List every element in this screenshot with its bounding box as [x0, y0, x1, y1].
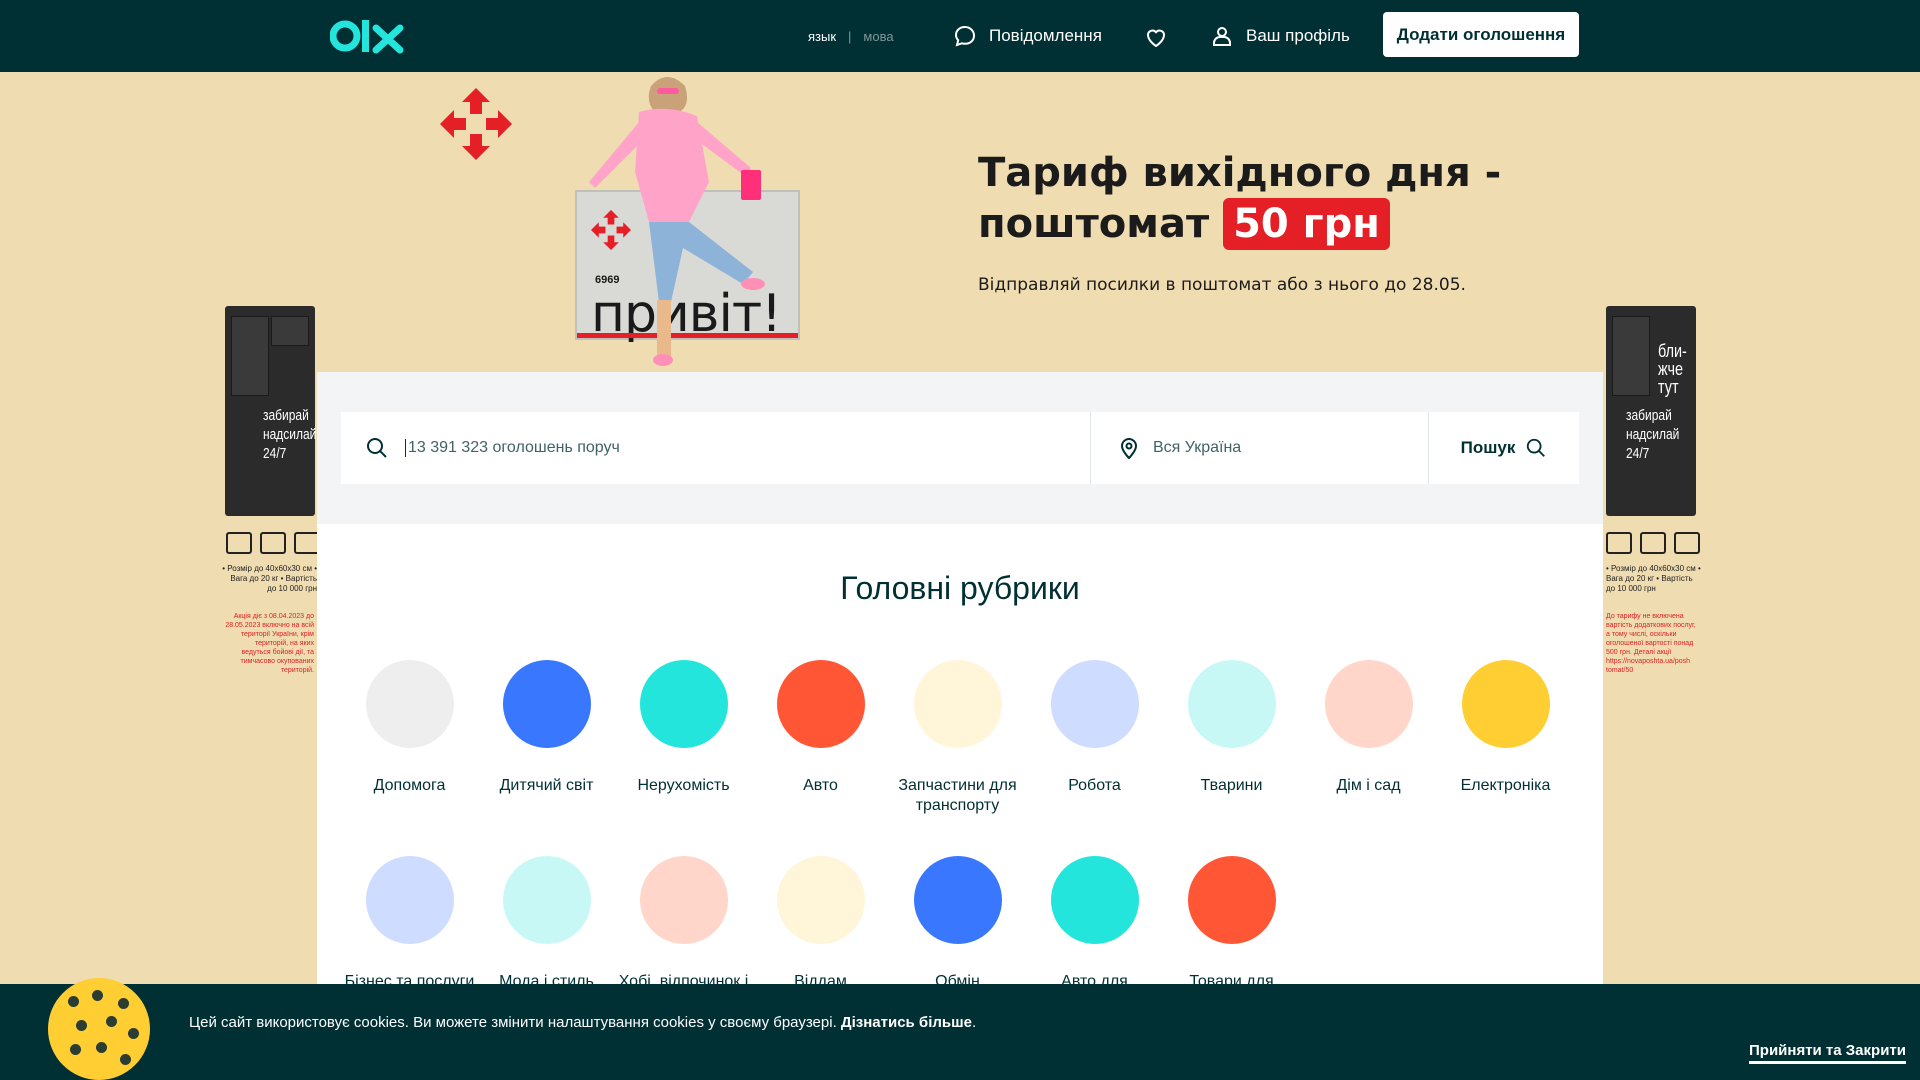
tower-cell: [231, 316, 269, 396]
category-icon: [1461, 660, 1550, 748]
promo-subtitle: Відправляй посилки в поштомат або з ньог…: [978, 275, 1466, 295]
category-label: Авто: [803, 777, 838, 794]
category-icon: [913, 856, 1002, 944]
category-icon: [1050, 856, 1139, 944]
nova-poshta-logo: [440, 88, 512, 160]
category-icon: [913, 660, 1002, 748]
top-header: язык | мова Повідомлення Ваш профіль Дод…: [0, 0, 1920, 72]
category-icon: [1187, 856, 1276, 944]
category-icon: [1324, 660, 1413, 748]
search-section: 13 391 323 оголошень поруч Вся Україна П…: [317, 372, 1603, 524]
location-input[interactable]: Вся Україна: [1153, 439, 1241, 457]
location-field[interactable]: Вся Україна: [1091, 412, 1429, 484]
add-listing-button[interactable]: Додати оголошення: [1383, 12, 1579, 57]
categories-title: Головні рубрики: [840, 570, 1080, 606]
category-icon: [502, 660, 591, 748]
category-icon: [365, 660, 454, 748]
box-icon: [226, 532, 252, 554]
category-label: Електроніка: [1460, 777, 1551, 794]
left-locker-tower-image: забирай надсилай 24/7: [225, 306, 317, 516]
box-icon: [1606, 532, 1632, 554]
search-icon: [367, 438, 387, 458]
cookie-message: Цей сайт використовує cookies. Ви можете…: [189, 1014, 976, 1031]
tower-right-text: забирай надсилай 24/7: [1626, 407, 1680, 462]
category-icon: [1187, 660, 1276, 748]
category-icon: [365, 856, 454, 944]
category-label: Нерухомість: [637, 777, 730, 794]
scale-icon: [1640, 532, 1666, 554]
right-conditions-note: • Розмір до 40х60х30 см • Вага до 20 кг …: [1606, 564, 1701, 593]
search-query-field[interactable]: 13 391 323 оголошень поруч: [341, 412, 1091, 484]
lang-ru-link[interactable]: язык: [808, 29, 836, 44]
category-item[interactable]: Бізнес та послуги: [341, 856, 478, 992]
scale-icon: [260, 532, 286, 554]
right-feature-icons: [1606, 532, 1700, 554]
right-locker-tower-image: бли-жче тут забирай надсилай 24/7: [1606, 306, 1696, 516]
category-icon: [502, 856, 591, 944]
search-button[interactable]: Пошук: [1429, 412, 1579, 484]
right-legal-note: До тарифу не включена вартість додаткови…: [1606, 613, 1696, 674]
search-button-label: Пошук: [1460, 438, 1516, 457]
promo-title-line2-wrap: поштомат 50 грн: [978, 198, 1501, 250]
category-label: Тварини: [1200, 777, 1263, 794]
location-pin-icon: [1120, 438, 1138, 459]
category-icon: [639, 660, 728, 748]
search-icon: [1527, 438, 1546, 457]
category-label: Дитячий світ: [499, 777, 594, 794]
cookie-banner: Цей сайт використовує cookies. Ви можете…: [0, 978, 1920, 1080]
favorites-link[interactable]: [1144, 26, 1168, 50]
messages-label: Повідомлення: [989, 26, 1102, 45]
promo-title: Тариф вихідного дня - поштомат 50 грн: [978, 148, 1501, 250]
cookie-period: .: [971, 1014, 977, 1031]
tower-right-top-text: бли-жче тут: [1658, 341, 1687, 397]
language-switch: язык | мова: [808, 29, 894, 44]
category-item[interactable]: Тварини: [1163, 660, 1300, 796]
search-bar: 13 391 323 оголошень поруч Вся Україна П…: [341, 412, 1579, 484]
cookie-learn-more-link[interactable]: Дізнатись більше: [841, 1014, 972, 1031]
category-label: Запчастини для транспорту: [898, 777, 1017, 814]
category-item[interactable]: Дім і сад: [1300, 660, 1437, 796]
main-content: 13 391 323 оголошень поруч Вся Україна П…: [317, 372, 1603, 1080]
category-item[interactable]: Запчастини для транспорту: [889, 660, 1026, 816]
category-icon: [1050, 660, 1139, 748]
profile-label: Ваш профіль: [1246, 26, 1350, 45]
tower-cell: [271, 316, 309, 346]
category-item[interactable]: Авто: [752, 660, 889, 796]
profile-link[interactable]: Ваш профіль: [1210, 24, 1350, 48]
category-item[interactable]: Електроніка: [1437, 660, 1574, 796]
category-item[interactable]: Робота: [1026, 660, 1163, 796]
tower-left-text: забирай надсилай 24/7: [263, 407, 317, 462]
lang-separator: |: [848, 29, 852, 44]
user-icon: [1213, 27, 1231, 46]
olx-logo[interactable]: [330, 16, 406, 56]
promo-title-line1: Тариф вихідного дня -: [978, 150, 1502, 196]
cookie-text: Цей сайт використовує cookies. Ви можете…: [189, 1014, 837, 1031]
search-input[interactable]: 13 391 323 оголошень поруч: [405, 439, 620, 457]
category-label: Допомога: [373, 777, 446, 794]
cookie-accept-button[interactable]: Прийняти та Закрити: [1749, 1042, 1906, 1064]
woman-jumping-image: [589, 77, 765, 366]
category-item[interactable]: Нерухомість: [615, 660, 752, 796]
messages-link[interactable]: Повідомлення: [953, 24, 1102, 48]
price-icon: [1674, 532, 1700, 554]
category-icon: [776, 660, 865, 748]
category-icon: [639, 856, 728, 944]
left-conditions-note: • Розмір до 40х60х30 см • Вага до 20 кг …: [222, 564, 317, 593]
left-feature-icons: [226, 532, 320, 554]
promo-title-line2: поштомат: [978, 201, 1210, 247]
category-item[interactable]: Мода і стиль: [478, 856, 615, 992]
category-label: Дім і сад: [1336, 777, 1401, 794]
tower-cell: [1612, 316, 1650, 396]
chat-icon: [954, 25, 976, 47]
cookie-illustration: [48, 978, 150, 1080]
category-item[interactable]: Допомога: [341, 660, 478, 796]
category-icon: [776, 856, 865, 944]
left-legal-note: Акція діє з 08.04.2023 до 28.05.2023 вкл…: [225, 613, 314, 674]
lang-ua-link[interactable]: мова: [863, 29, 893, 44]
promo-price-badge: 50 грн: [1223, 198, 1390, 250]
category-item[interactable]: Обмін: [889, 856, 1026, 992]
category-item[interactable]: Дитячий світ: [478, 660, 615, 796]
heart-icon: [1146, 29, 1166, 48]
category-label: Робота: [1068, 777, 1121, 794]
